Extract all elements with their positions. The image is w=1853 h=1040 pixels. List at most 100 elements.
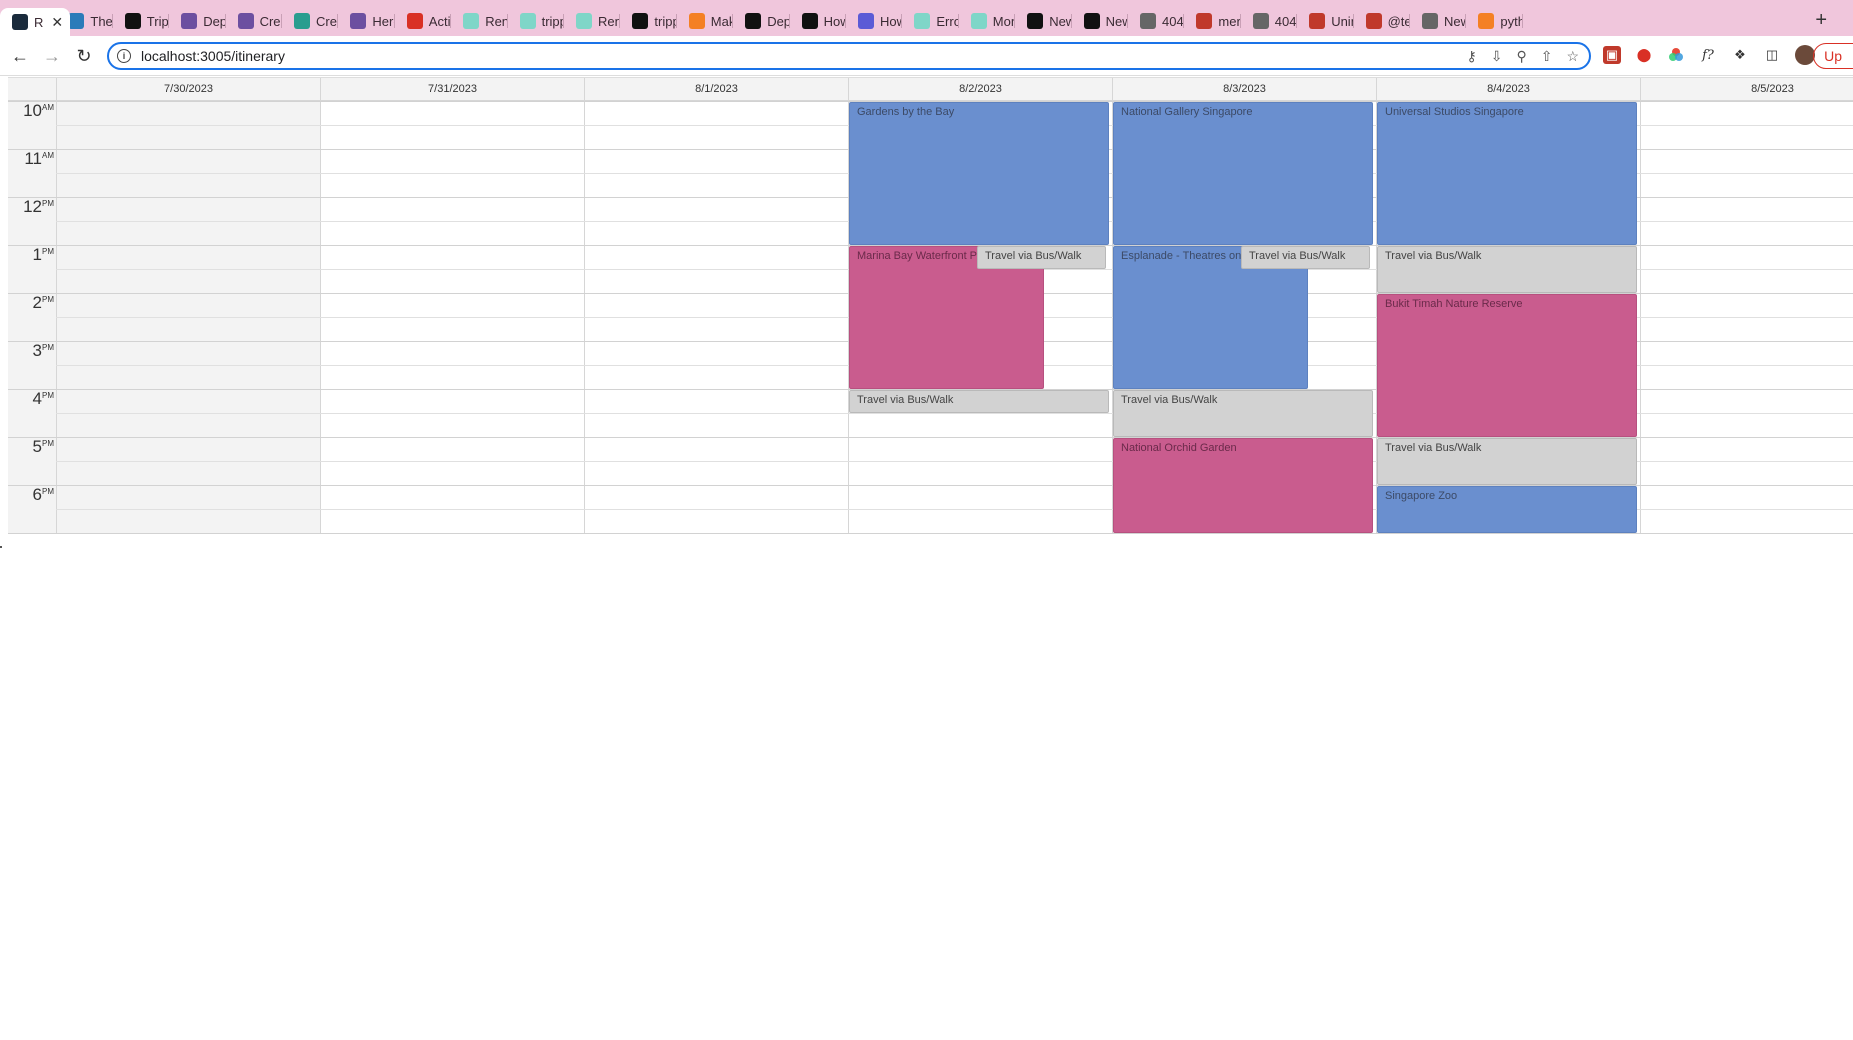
reload-button[interactable]: ↻ bbox=[72, 44, 96, 68]
hour-label: 3PM bbox=[8, 341, 54, 361]
new-tab-button[interactable]: + bbox=[1815, 9, 1827, 32]
browser-tab[interactable]: Unin bbox=[1297, 8, 1354, 34]
star-icon[interactable]: ☆ bbox=[1566, 48, 1579, 65]
browser-tab[interactable]: New bbox=[1072, 8, 1128, 34]
key-icon[interactable]: ⚷ bbox=[1466, 48, 1476, 65]
browser-tab[interactable]: @te bbox=[1354, 8, 1410, 34]
extensions-puzzle-icon[interactable]: ❖ bbox=[1731, 46, 1749, 64]
tab-separator bbox=[280, 14, 282, 28]
tab-label: 404 bbox=[1274, 13, 1297, 29]
browser-tab[interactable]: Error bbox=[902, 8, 959, 34]
browser-tab[interactable]: Mak bbox=[677, 8, 734, 34]
triangle-logo-icon bbox=[1027, 13, 1044, 29]
tab-label: @te bbox=[1387, 13, 1410, 29]
browser-tab[interactable]: pyth bbox=[1466, 8, 1523, 34]
browser-tab[interactable]: New bbox=[1410, 8, 1467, 34]
browser-tab[interactable]: tripp bbox=[508, 8, 564, 34]
event-block[interactable]: Travel via Bus/Walk bbox=[849, 390, 1109, 413]
tab-label: The bbox=[90, 13, 113, 29]
back-button[interactable]: ← bbox=[8, 44, 32, 68]
side-panel-icon[interactable]: ◫ bbox=[1763, 46, 1781, 64]
browser-toolbar: ← → ↻ i localhost:3005/itinerary ⚷ ⇩ ⚲ ⇧… bbox=[0, 36, 1853, 76]
extension-red-icon[interactable]: ▣ bbox=[1603, 46, 1621, 64]
event-title: National Gallery Singapore bbox=[1121, 106, 1253, 118]
event-block[interactable]: National Gallery Singapore bbox=[1113, 102, 1373, 245]
tab-separator bbox=[1408, 14, 1410, 28]
day-header: 8/3/2023 bbox=[1112, 78, 1376, 101]
browser-tab[interactable]: Depl bbox=[169, 8, 226, 34]
event-block[interactable]: Travel via Bus/Walk bbox=[1377, 246, 1637, 293]
header-corner bbox=[8, 78, 56, 101]
tab-separator bbox=[619, 14, 621, 28]
browser-tab[interactable]: 404 bbox=[1241, 8, 1298, 34]
extension-function-icon[interactable]: f? bbox=[1699, 46, 1717, 64]
event-block[interactable]: Travel via Bus/Walk bbox=[1377, 438, 1637, 485]
event-title: Singapore Zoo bbox=[1385, 490, 1458, 502]
tab-separator bbox=[111, 14, 113, 28]
profile-avatar[interactable] bbox=[1795, 45, 1815, 65]
itinerary-calendar: 7/30/2023 7/31/2023 8/1/2023 8/2/2023 8/3/20… bbox=[8, 77, 1853, 534]
browser-tab[interactable]: merg bbox=[1184, 8, 1241, 34]
browser-tab[interactable]: Renc bbox=[451, 8, 508, 34]
hour-number: 5 bbox=[32, 437, 42, 456]
tab-separator bbox=[844, 14, 846, 28]
triangle-logo-icon bbox=[1083, 13, 1100, 29]
gmail-icon bbox=[406, 13, 423, 29]
browser-tab[interactable]: Tripp bbox=[113, 8, 170, 34]
event-block[interactable]: Singapore Zoo bbox=[1377, 486, 1637, 533]
extension-color-icon[interactable] bbox=[1667, 46, 1685, 64]
event-block[interactable]: Travel via Bus/Walk bbox=[977, 246, 1106, 269]
hour-number: 6 bbox=[32, 485, 42, 504]
tab-label: Depl bbox=[767, 13, 790, 29]
browser-tab[interactable]: How bbox=[846, 8, 903, 34]
event-block[interactable]: Gardens by the Bay bbox=[849, 102, 1109, 245]
page-icon bbox=[970, 13, 987, 29]
browser-tab[interactable]: Renc bbox=[564, 8, 621, 34]
hour-label: 11AM bbox=[8, 149, 54, 169]
tab-label: merg bbox=[1218, 13, 1241, 29]
browser-tab[interactable]: Acti bbox=[395, 8, 452, 34]
address-bar[interactable]: i localhost:3005/itinerary ⚷ ⇩ ⚲ ⇧ ☆ bbox=[107, 42, 1591, 70]
event-block[interactable]: Universal Studios Singapore bbox=[1377, 102, 1637, 245]
browser-tab[interactable]: New bbox=[1015, 8, 1072, 34]
event-block[interactable]: National Orchid Garden bbox=[1113, 438, 1373, 533]
forward-button[interactable]: → bbox=[40, 44, 64, 68]
page-icon bbox=[576, 13, 592, 29]
day-header: 8/5/2023 bbox=[1640, 78, 1853, 101]
browser-tab[interactable]: Crea bbox=[282, 8, 339, 34]
tab-label: 404 bbox=[1162, 13, 1184, 29]
stack-icon bbox=[1478, 13, 1495, 29]
browser-tab[interactable]: Depl bbox=[733, 8, 790, 34]
git-icon bbox=[1196, 13, 1213, 29]
share-icon[interactable]: ⇧ bbox=[1541, 48, 1553, 65]
browser-tab[interactable]: Crea bbox=[226, 8, 282, 34]
tab-strip: pyth New @te Unin 404 merg 404 New New Mon Error Ho… bbox=[0, 0, 1853, 36]
extension-opera-icon[interactable]: ⬤ bbox=[1635, 46, 1653, 64]
zoom-icon[interactable]: ⚲ bbox=[1516, 48, 1526, 65]
hour-label: 1PM bbox=[8, 245, 54, 265]
tab-separator bbox=[562, 14, 564, 28]
tab-separator bbox=[675, 14, 677, 28]
update-button[interactable]: Up bbox=[1813, 43, 1853, 69]
hour-number: 10 bbox=[23, 101, 42, 120]
hour-number: 3 bbox=[32, 341, 42, 360]
tab-separator bbox=[1126, 14, 1128, 28]
event-block[interactable]: Travel via Bus/Walk bbox=[1241, 246, 1370, 269]
browser-tab[interactable]: How bbox=[790, 8, 846, 34]
tab-label: pyth bbox=[1500, 13, 1523, 29]
browser-tab[interactable]: R ✕ bbox=[0, 8, 70, 36]
event-block[interactable]: Bukit Timah Nature Reserve bbox=[1377, 294, 1637, 437]
browser-tab[interactable]: 404 bbox=[1128, 8, 1185, 34]
tab-separator bbox=[450, 14, 452, 28]
install-icon[interactable]: ⇩ bbox=[1491, 48, 1503, 65]
close-tab-icon[interactable]: ✕ bbox=[51, 14, 63, 31]
event-block[interactable]: Travel via Bus/Walk bbox=[1113, 390, 1373, 437]
site-info-icon[interactable]: i bbox=[117, 49, 131, 63]
browser-tab[interactable]: tripp bbox=[620, 8, 677, 34]
event-title: Esplanade - Theatres on t bbox=[1121, 250, 1248, 262]
browser-tab[interactable]: Hero bbox=[338, 8, 395, 34]
tab-label: Crea bbox=[259, 13, 282, 29]
tab-separator bbox=[1183, 14, 1185, 28]
tab-separator bbox=[168, 14, 170, 28]
browser-tab[interactable]: Mon bbox=[959, 8, 1016, 34]
